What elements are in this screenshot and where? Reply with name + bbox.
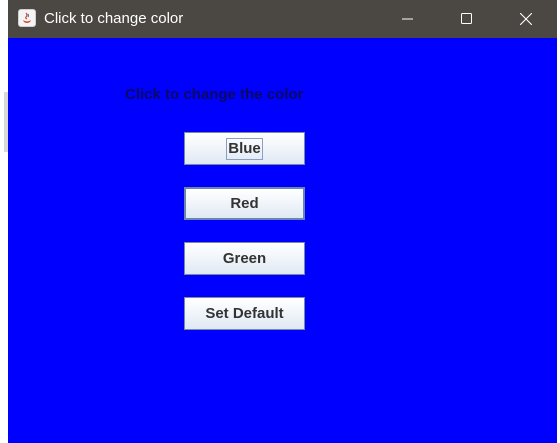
window-title: Click to change color (44, 10, 184, 27)
red-button[interactable]: Red (184, 187, 305, 220)
close-button[interactable] (503, 0, 549, 38)
red-button-label: Red (230, 195, 259, 212)
maximize-icon (461, 13, 472, 24)
blue-button[interactable]: Blue (184, 132, 305, 165)
set-default-button-label: Set Default (205, 305, 284, 322)
blue-button-label: Blue (226, 138, 263, 160)
instruction-label: Click to change the color (125, 86, 304, 103)
java-icon (18, 9, 36, 27)
minimize-icon (402, 18, 413, 20)
set-default-button[interactable]: Set Default (184, 297, 305, 330)
background-desktop (0, 0, 8, 443)
app-window: Click to change color Click to change th… (8, 0, 557, 443)
title-bar[interactable]: Click to change color (8, 0, 557, 38)
minimize-button[interactable] (385, 0, 431, 38)
green-button-label: Green (222, 250, 267, 267)
maximize-button[interactable] (444, 0, 490, 38)
close-icon (520, 13, 532, 25)
green-button[interactable]: Green (184, 242, 305, 275)
